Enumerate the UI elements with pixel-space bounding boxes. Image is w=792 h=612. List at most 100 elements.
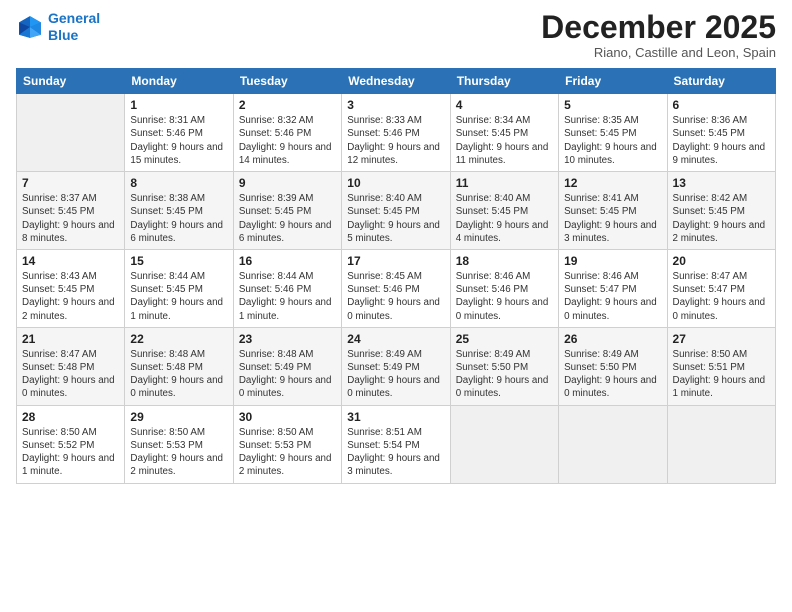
daylight: Daylight: 9 hours and 5 minutes. (347, 220, 440, 244)
sunset: Sunset: 5:45 PM (130, 284, 202, 295)
sunset: Sunset: 5:45 PM (564, 128, 636, 139)
sunset: Sunset: 5:46 PM (239, 284, 311, 295)
calendar-cell (559, 405, 667, 483)
sunrise: Sunrise: 8:50 AM (239, 427, 314, 438)
location-subtitle: Riano, Castille and Leon, Spain (541, 45, 776, 60)
sunrise: Sunrise: 8:45 AM (347, 271, 422, 282)
daylight: Daylight: 9 hours and 0 minutes. (456, 297, 549, 321)
sunrise: Sunrise: 8:44 AM (239, 271, 314, 282)
day-info: Sunrise: 8:50 AM Sunset: 5:52 PM Dayligh… (22, 426, 119, 479)
daylight: Daylight: 9 hours and 0 minutes. (564, 297, 657, 321)
day-number: 17 (347, 254, 444, 268)
daylight: Daylight: 9 hours and 2 minutes. (673, 220, 766, 244)
day-info: Sunrise: 8:43 AM Sunset: 5:45 PM Dayligh… (22, 270, 119, 323)
logo-general: General (48, 10, 100, 26)
sunrise: Sunrise: 8:37 AM (22, 193, 97, 204)
day-info: Sunrise: 8:48 AM Sunset: 5:49 PM Dayligh… (239, 348, 336, 401)
sunrise: Sunrise: 8:43 AM (22, 271, 97, 282)
sunrise: Sunrise: 8:49 AM (347, 349, 422, 360)
day-number: 7 (22, 176, 119, 190)
calendar-cell: 29 Sunrise: 8:50 AM Sunset: 5:53 PM Dayl… (125, 405, 233, 483)
day-info: Sunrise: 8:40 AM Sunset: 5:45 PM Dayligh… (347, 192, 444, 245)
day-info: Sunrise: 8:45 AM Sunset: 5:46 PM Dayligh… (347, 270, 444, 323)
sunset: Sunset: 5:45 PM (456, 128, 528, 139)
day-info: Sunrise: 8:44 AM Sunset: 5:45 PM Dayligh… (130, 270, 227, 323)
daylight: Daylight: 9 hours and 14 minutes. (239, 142, 332, 166)
sunset: Sunset: 5:49 PM (347, 362, 419, 373)
calendar-cell: 27 Sunrise: 8:50 AM Sunset: 5:51 PM Dayl… (667, 327, 775, 405)
day-info: Sunrise: 8:44 AM Sunset: 5:46 PM Dayligh… (239, 270, 336, 323)
daylight: Daylight: 9 hours and 0 minutes. (673, 297, 766, 321)
sunset: Sunset: 5:49 PM (239, 362, 311, 373)
day-info: Sunrise: 8:38 AM Sunset: 5:45 PM Dayligh… (130, 192, 227, 245)
day-info: Sunrise: 8:47 AM Sunset: 5:48 PM Dayligh… (22, 348, 119, 401)
col-friday: Friday (559, 69, 667, 94)
header: General Blue December 2025 Riano, Castil… (16, 10, 776, 60)
day-info: Sunrise: 8:37 AM Sunset: 5:45 PM Dayligh… (22, 192, 119, 245)
daylight: Daylight: 9 hours and 0 minutes. (239, 375, 332, 399)
day-info: Sunrise: 8:49 AM Sunset: 5:50 PM Dayligh… (456, 348, 553, 401)
day-number: 20 (673, 254, 770, 268)
day-number: 22 (130, 332, 227, 346)
day-number: 10 (347, 176, 444, 190)
daylight: Daylight: 9 hours and 0 minutes. (564, 375, 657, 399)
day-info: Sunrise: 8:33 AM Sunset: 5:46 PM Dayligh… (347, 114, 444, 167)
calendar-cell: 9 Sunrise: 8:39 AM Sunset: 5:45 PM Dayli… (233, 172, 341, 250)
sunset: Sunset: 5:47 PM (673, 284, 745, 295)
day-number: 8 (130, 176, 227, 190)
calendar-cell: 26 Sunrise: 8:49 AM Sunset: 5:50 PM Dayl… (559, 327, 667, 405)
calendar-cell: 3 Sunrise: 8:33 AM Sunset: 5:46 PM Dayli… (342, 94, 450, 172)
day-number: 13 (673, 176, 770, 190)
day-number: 5 (564, 98, 661, 112)
day-number: 19 (564, 254, 661, 268)
daylight: Daylight: 9 hours and 3 minutes. (347, 453, 440, 477)
calendar-cell (17, 94, 125, 172)
sunset: Sunset: 5:51 PM (673, 362, 745, 373)
daylight: Daylight: 9 hours and 0 minutes. (456, 375, 549, 399)
day-info: Sunrise: 8:48 AM Sunset: 5:48 PM Dayligh… (130, 348, 227, 401)
calendar-cell: 21 Sunrise: 8:47 AM Sunset: 5:48 PM Dayl… (17, 327, 125, 405)
sunset: Sunset: 5:45 PM (130, 206, 202, 217)
calendar-cell (667, 405, 775, 483)
sunrise: Sunrise: 8:41 AM (564, 193, 639, 204)
calendar-cell: 13 Sunrise: 8:42 AM Sunset: 5:45 PM Dayl… (667, 172, 775, 250)
day-number: 23 (239, 332, 336, 346)
daylight: Daylight: 9 hours and 10 minutes. (564, 142, 657, 166)
sunset: Sunset: 5:54 PM (347, 440, 419, 451)
calendar-cell: 22 Sunrise: 8:48 AM Sunset: 5:48 PM Dayl… (125, 327, 233, 405)
calendar-cell: 1 Sunrise: 8:31 AM Sunset: 5:46 PM Dayli… (125, 94, 233, 172)
day-info: Sunrise: 8:36 AM Sunset: 5:45 PM Dayligh… (673, 114, 770, 167)
day-number: 24 (347, 332, 444, 346)
day-info: Sunrise: 8:39 AM Sunset: 5:45 PM Dayligh… (239, 192, 336, 245)
calendar-cell: 11 Sunrise: 8:40 AM Sunset: 5:45 PM Dayl… (450, 172, 558, 250)
sunrise: Sunrise: 8:50 AM (22, 427, 97, 438)
day-info: Sunrise: 8:40 AM Sunset: 5:45 PM Dayligh… (456, 192, 553, 245)
sunrise: Sunrise: 8:51 AM (347, 427, 422, 438)
title-block: December 2025 Riano, Castille and Leon, … (541, 10, 776, 60)
day-info: Sunrise: 8:31 AM Sunset: 5:46 PM Dayligh… (130, 114, 227, 167)
day-number: 18 (456, 254, 553, 268)
sunset: Sunset: 5:48 PM (130, 362, 202, 373)
sunrise: Sunrise: 8:50 AM (673, 349, 748, 360)
sunset: Sunset: 5:45 PM (239, 206, 311, 217)
day-number: 21 (22, 332, 119, 346)
calendar-cell: 2 Sunrise: 8:32 AM Sunset: 5:46 PM Dayli… (233, 94, 341, 172)
daylight: Daylight: 9 hours and 0 minutes. (347, 297, 440, 321)
calendar-cell: 24 Sunrise: 8:49 AM Sunset: 5:49 PM Dayl… (342, 327, 450, 405)
daylight: Daylight: 9 hours and 0 minutes. (130, 375, 223, 399)
calendar-week-row: 1 Sunrise: 8:31 AM Sunset: 5:46 PM Dayli… (17, 94, 776, 172)
daylight: Daylight: 9 hours and 6 minutes. (130, 220, 223, 244)
sunrise: Sunrise: 8:42 AM (673, 193, 748, 204)
sunset: Sunset: 5:45 PM (673, 206, 745, 217)
sunrise: Sunrise: 8:40 AM (456, 193, 531, 204)
calendar-cell: 15 Sunrise: 8:44 AM Sunset: 5:45 PM Dayl… (125, 249, 233, 327)
day-number: 4 (456, 98, 553, 112)
sunset: Sunset: 5:46 PM (130, 128, 202, 139)
calendar-cell: 14 Sunrise: 8:43 AM Sunset: 5:45 PM Dayl… (17, 249, 125, 327)
sunset: Sunset: 5:46 PM (456, 284, 528, 295)
sunset: Sunset: 5:50 PM (456, 362, 528, 373)
col-wednesday: Wednesday (342, 69, 450, 94)
calendar-cell: 4 Sunrise: 8:34 AM Sunset: 5:45 PM Dayli… (450, 94, 558, 172)
sunset: Sunset: 5:45 PM (22, 284, 94, 295)
day-number: 14 (22, 254, 119, 268)
